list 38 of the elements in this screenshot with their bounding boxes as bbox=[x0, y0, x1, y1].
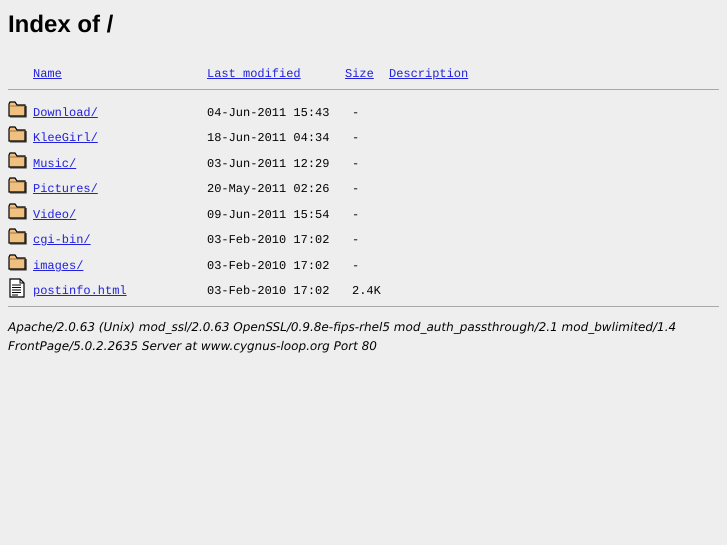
file-size: - bbox=[351, 182, 360, 196]
column-header-link[interactable]: Name bbox=[33, 67, 62, 81]
folder-icon bbox=[8, 125, 27, 146]
folder-link[interactable]: Video/ bbox=[33, 208, 76, 222]
column-header-link[interactable]: Size bbox=[345, 67, 374, 81]
modified-date: 03-Jun-2011 12:29 bbox=[207, 156, 330, 171]
modified-date: 18-Jun-2011 04:34 bbox=[207, 131, 330, 146]
folder-link[interactable]: KleeGirl/ bbox=[33, 131, 98, 146]
file-size: 2.4K bbox=[351, 284, 381, 298]
folder-icon bbox=[8, 176, 27, 196]
column-header-link[interactable]: Description bbox=[389, 67, 468, 81]
modified-date: 03-Feb-2010 17:02 bbox=[207, 284, 330, 298]
folder-icon bbox=[8, 100, 27, 120]
file-size: - bbox=[351, 131, 360, 146]
file-size: - bbox=[351, 156, 360, 171]
file-size: - bbox=[351, 233, 360, 248]
modified-date: 09-Jun-2011 15:54 bbox=[207, 208, 330, 222]
server-signature: Apache/2.0.63 (Unix) mod_ssl/2.0.63 OpenSSL/0.9.8e-fips-rhel5 mod_auth_passthrough/2.1 mod_bwlimited/1.4 FrontPage/5.0.2.2635 Server at www.cygnus-loop.org Port 80 bbox=[8, 319, 678, 355]
folder-link[interactable]: Download/ bbox=[33, 106, 98, 120]
folder-link[interactable]: Pictures/ bbox=[33, 182, 98, 196]
file-size: - bbox=[351, 106, 360, 120]
folder-icon bbox=[8, 150, 27, 171]
file-link[interactable]: postinfo.html bbox=[33, 284, 127, 298]
modified-date: 03-Feb-2010 17:02 bbox=[207, 233, 330, 248]
folder-icon bbox=[8, 252, 27, 273]
folder-icon bbox=[8, 227, 27, 248]
modified-date: 03-Feb-2010 17:02 bbox=[207, 258, 330, 273]
file-size: - bbox=[351, 208, 360, 222]
folder-link[interactable]: images/ bbox=[33, 258, 84, 273]
text-file-icon bbox=[8, 278, 27, 298]
file-size: - bbox=[351, 258, 360, 273]
modified-date: 04-Jun-2011 15:43 bbox=[207, 106, 330, 120]
folder-link[interactable]: Music/ bbox=[33, 156, 76, 171]
page-title: Index of / bbox=[8, 11, 114, 39]
column-header-link[interactable]: Last modified bbox=[207, 67, 301, 81]
folder-icon bbox=[8, 202, 27, 222]
modified-date: 20-May-2011 02:26 bbox=[207, 182, 330, 196]
folder-link[interactable]: cgi-bin/ bbox=[33, 233, 91, 248]
